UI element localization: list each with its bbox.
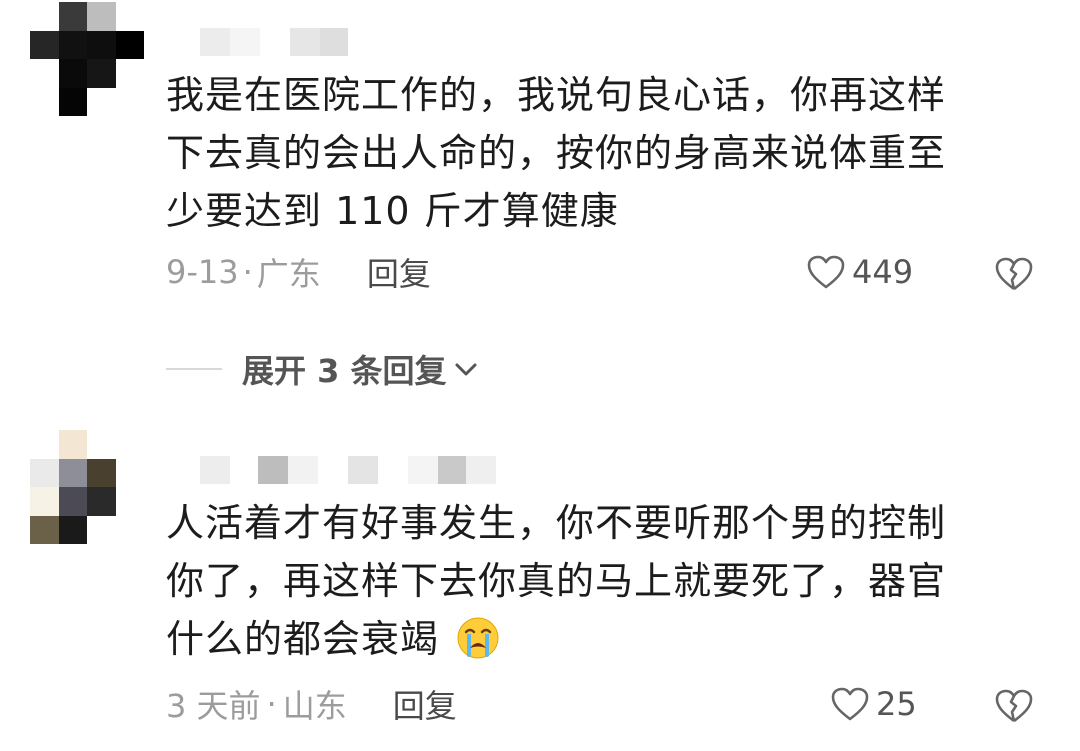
comment-meta: 9-13 · 广东 回复 xyxy=(166,249,431,295)
expand-replies-label[interactable]: 展开 3 条回复 xyxy=(242,346,447,392)
divider-line xyxy=(166,368,222,370)
avatar[interactable] xyxy=(30,2,144,116)
comment-list: 我是在医院工作的，我说句良心话，你再这样 下去真的会出人命的，按你的身高来说体重… xyxy=(0,0,1080,751)
comment-line: 下去真的会出人命的，按你的身高来说体重至 xyxy=(166,131,947,175)
username-mosaic[interactable] xyxy=(200,456,496,484)
like-button[interactable]: 449 xyxy=(806,252,913,292)
broken-heart-icon[interactable] xyxy=(994,254,1034,294)
expand-replies[interactable]: 展开 3 条回复 xyxy=(166,347,479,391)
reply-button[interactable]: 回复 xyxy=(393,681,457,727)
comment-date: 9-13 xyxy=(166,253,239,291)
meta-separator: · xyxy=(266,685,277,723)
comment-date: 3 天前 xyxy=(166,687,261,725)
heart-outline-icon xyxy=(831,687,869,721)
comment-text: 人活着才有好事发生，你不要听那个男的控制 你了，再这样下去你真的马上就要死了，器… xyxy=(166,494,1026,668)
comment-line-last: 什么的都会衰竭 xyxy=(166,610,1026,668)
comment-text: 我是在医院工作的，我说句良心话，你再这样 下去真的会出人命的，按你的身高来说体重… xyxy=(166,66,1026,240)
comment-line: 我是在医院工作的，我说句良心话，你再这样 xyxy=(166,73,947,117)
reply-button[interactable]: 回复 xyxy=(367,249,431,295)
comment-line: 少要达到 110 斤才算健康 xyxy=(166,189,619,233)
like-count: 25 xyxy=(876,685,917,723)
broken-heart-icon[interactable] xyxy=(994,686,1034,726)
crying-face-emoji xyxy=(457,617,499,659)
like-button[interactable]: 25 xyxy=(830,684,917,724)
comment-location: 广东 xyxy=(256,255,321,293)
like-count: 449 xyxy=(852,253,914,291)
username-mosaic[interactable] xyxy=(200,28,348,56)
comment-line: 人活着才有好事发生，你不要听那个男的控制 xyxy=(166,501,947,545)
comment-line: 什么的都会衰竭 xyxy=(166,617,440,661)
comment-location: 山东 xyxy=(282,687,347,725)
avatar[interactable] xyxy=(30,430,144,544)
comment-line: 你了，再这样下去你真的马上就要死了，器官 xyxy=(166,559,947,603)
meta-separator: · xyxy=(242,253,253,291)
comment-meta: 3 天前 · 山东 回复 xyxy=(166,681,457,727)
heart-outline-icon xyxy=(807,255,845,289)
chevron-down-icon xyxy=(455,363,477,376)
